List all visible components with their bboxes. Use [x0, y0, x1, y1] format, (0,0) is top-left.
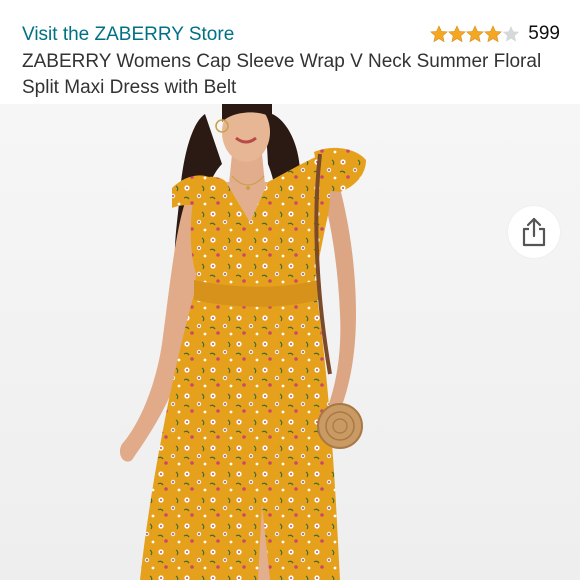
product-header: Visit the ZABERRY Store 599 ZABERRY Wome… [0, 0, 580, 104]
product-title: ZABERRY Womens Cap Sleeve Wrap V Neck Su… [22, 51, 542, 98]
product-image[interactable] [0, 104, 580, 580]
rating-count[interactable]: 599 [528, 22, 560, 46]
rating-summary[interactable]: 599 [430, 22, 560, 46]
star-filled-icon [484, 25, 503, 43]
star-rating [430, 25, 520, 43]
product-page: Visit the ZABERRY Store 599 ZABERRY Wome… [0, 0, 580, 580]
share-button[interactable] [508, 206, 560, 258]
star-filled-icon [466, 25, 485, 43]
star-filled-icon [430, 25, 449, 43]
store-link[interactable]: Visit the ZABERRY Store [22, 23, 234, 47]
share-icon [522, 217, 546, 247]
product-image-gallery[interactable] [0, 104, 580, 580]
star-filled-icon [448, 25, 467, 43]
star-empty-icon [503, 26, 520, 42]
